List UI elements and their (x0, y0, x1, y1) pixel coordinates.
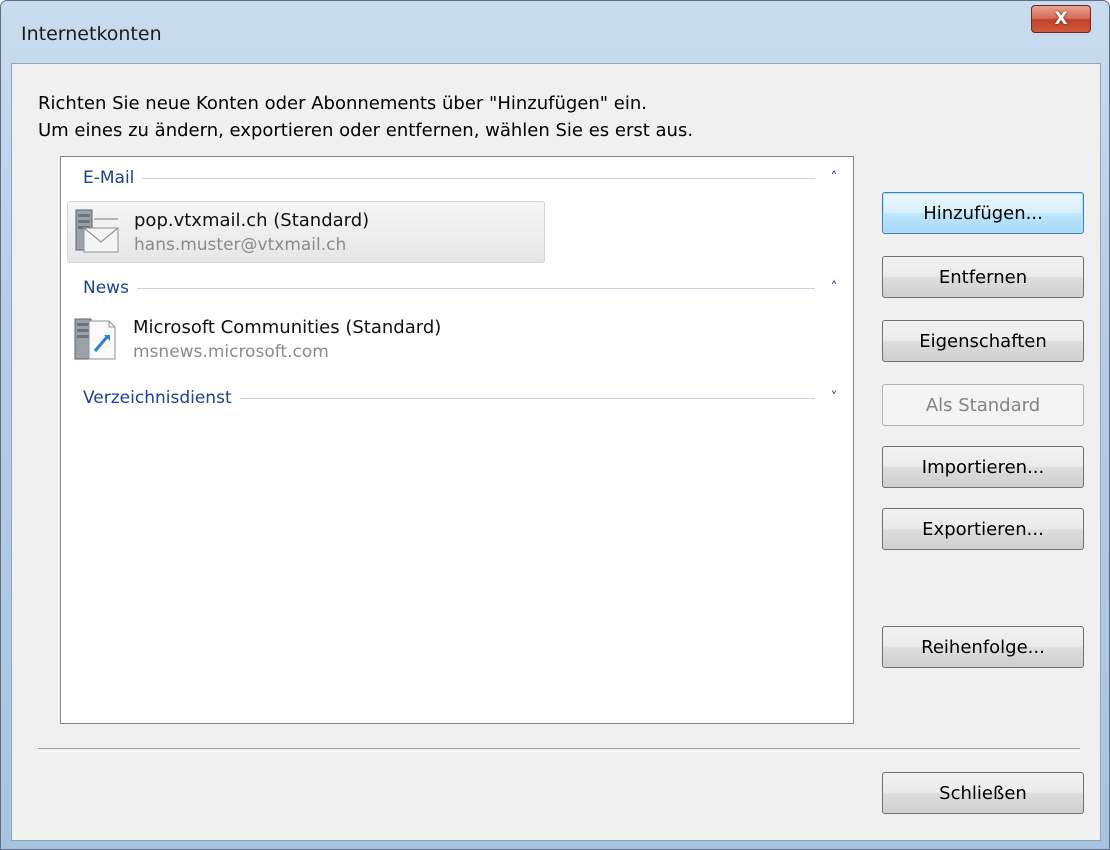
export-button[interactable]: Exportieren... (882, 508, 1084, 550)
group-header-news[interactable]: News ˄ (83, 275, 843, 301)
chevron-up-icon[interactable]: ˄ (825, 279, 843, 297)
properties-button[interactable]: Eigenschaften (882, 320, 1084, 362)
account-item-news[interactable]: Microsoft Communities (Standard) msnews.… (67, 309, 545, 371)
group-divider (142, 177, 815, 179)
dialog-separator (38, 748, 1080, 752)
close-button[interactable]: Schließen (882, 772, 1084, 814)
chevron-up-icon[interactable]: ˄ (825, 169, 843, 187)
accounts-list[interactable]: E-Mail ˄ pop.vtxmail.ch (Standard) hans.… (60, 156, 854, 724)
internet-accounts-dialog: Internetkonten X Richten Sie neue Konten… (0, 0, 1110, 850)
group-label-directory: Verzeichnisdienst (83, 388, 232, 408)
account-name: pop.vtxmail.ch (Standard) (134, 210, 370, 231)
window-title: Internetkonten (21, 23, 162, 45)
set-default-button: Als Standard (882, 384, 1084, 426)
dialog-body: Richten Sie neue Konten oder Abonnements… (11, 63, 1101, 841)
mail-server-icon (75, 209, 119, 253)
order-button[interactable]: Reihenfolge... (882, 626, 1084, 668)
instructions-line-1: Richten Sie neue Konten oder Abonnements… (38, 93, 647, 114)
remove-button[interactable]: Entfernen (882, 256, 1084, 298)
account-item-email[interactable]: pop.vtxmail.ch (Standard) hans.muster@vt… (67, 201, 545, 263)
instructions-text: Richten Sie neue Konten oder Abonnements… (38, 90, 693, 144)
title-bar[interactable]: Internetkonten X (1, 1, 1109, 63)
group-divider (239, 397, 815, 399)
group-header-email[interactable]: E-Mail ˄ (83, 165, 843, 191)
instructions-line-2: Um eines zu ändern, exportieren oder ent… (38, 120, 694, 141)
group-divider (136, 287, 815, 289)
close-window-button[interactable]: X (1031, 5, 1091, 33)
group-label-email: E-Mail (83, 168, 135, 188)
account-detail: msnews.microsoft.com (133, 342, 329, 362)
group-label-news: News (83, 278, 129, 298)
account-name: Microsoft Communities (Standard) (133, 317, 442, 338)
add-button[interactable]: Hinzufügen... (882, 192, 1084, 234)
news-server-icon (74, 318, 116, 360)
import-button[interactable]: Importieren... (882, 446, 1084, 488)
account-detail: hans.muster@vtxmail.ch (134, 235, 347, 255)
close-icon: X (1054, 9, 1068, 29)
chevron-down-icon[interactable]: ˅ (825, 389, 843, 407)
group-header-directory[interactable]: Verzeichnisdienst ˅ (83, 385, 843, 411)
